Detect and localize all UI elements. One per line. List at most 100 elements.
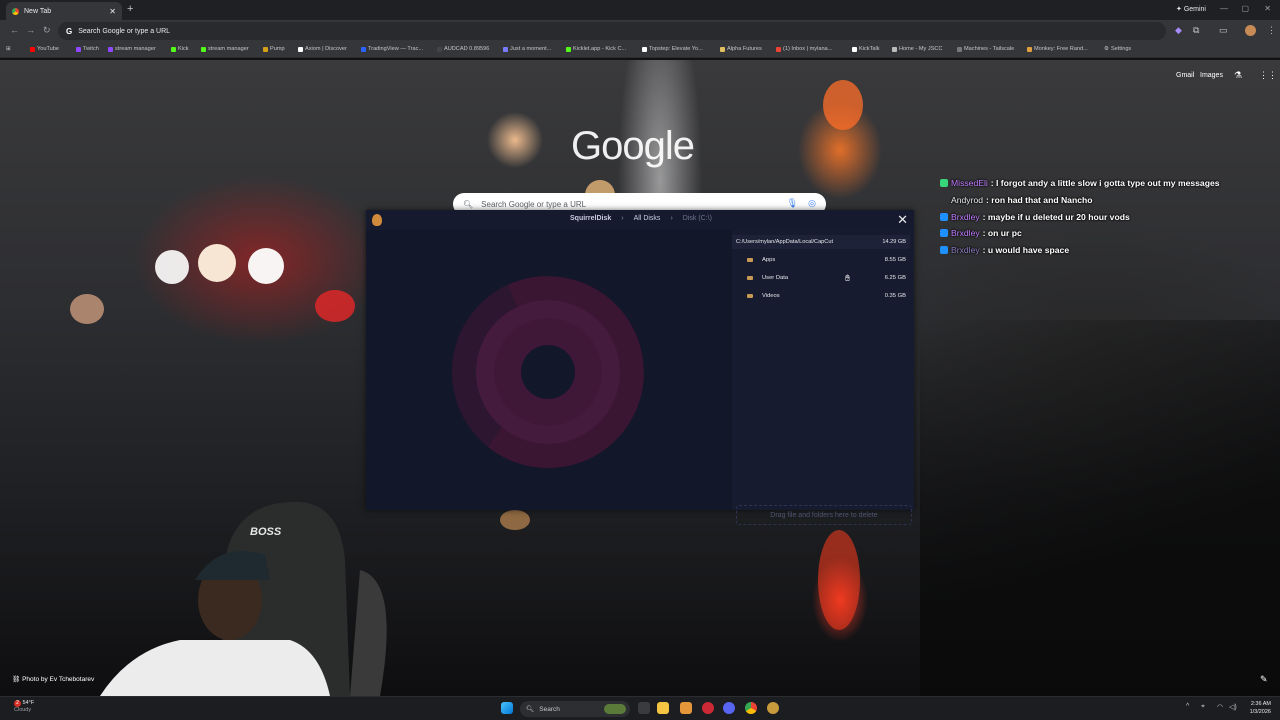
back-icon[interactable]: ← [10, 25, 19, 35]
google-lens-icon[interactable]: ◎ [808, 198, 816, 209]
discord-icon[interactable] [723, 702, 735, 714]
light-bokeh [818, 530, 860, 630]
squirreldisk-taskbar-icon[interactable] [767, 702, 779, 714]
chat-text: : on ur pc [982, 228, 1022, 239]
gmail-link[interactable]: Gmail [1176, 72, 1194, 79]
wifi-icon[interactable]: ◠ [1217, 703, 1223, 711]
gemini-button[interactable]: ✦ Gemini [1176, 5, 1206, 13]
location-icon[interactable]: ⌖ [1201, 703, 1205, 711]
chevron-up-icon[interactable]: ^ [1186, 703, 1189, 710]
breadcrumb-app[interactable]: SquirrelDisk [570, 215, 611, 222]
more-menu-icon[interactable]: ⋮ [1267, 25, 1276, 36]
app-icon[interactable] [702, 702, 714, 714]
new-tab-button[interactable]: + [127, 3, 133, 15]
bookmark-item[interactable]: Kick [171, 46, 189, 52]
google-apps-icon[interactable]: ⋮⋮ [1259, 70, 1277, 81]
apps-grid-icon[interactable]: ⊞ [6, 46, 11, 52]
delete-dropzone[interactable]: Drag file and folders here to delete [736, 505, 912, 525]
chrome-icon[interactable] [745, 702, 757, 714]
google-logo: Google [571, 124, 695, 168]
google-g-icon: G [66, 26, 73, 36]
bookmark-item[interactable]: Just a moment... [503, 46, 551, 52]
minimize-icon[interactable]: — [1220, 4, 1228, 13]
bookmark-item[interactable]: Pump [263, 46, 285, 52]
extensions-puzzle-icon[interactable]: ⧉ [1193, 25, 1199, 36]
maximize-icon[interactable]: ▢ [1241, 4, 1249, 13]
microphone-icon[interactable]: 🎙︎ [787, 198, 798, 209]
address-bar[interactable]: G Search Google or type a URL [58, 22, 1166, 40]
bookmark-item[interactable]: Kicklet.app - Kick C... [566, 46, 626, 52]
chat-username: Brxdley [951, 228, 980, 239]
folder-row[interactable]: User Data 6.25 GB [732, 271, 910, 285]
chat-message: Brxdley : maybe if u deleted ur 20 hour … [940, 208, 1270, 225]
forward-icon[interactable]: → [26, 25, 35, 35]
photo-credit[interactable]: ⛓ Photo by Ev Tchebotarev [12, 675, 94, 683]
bookmark-item[interactable]: TradingView — Trac... [361, 46, 423, 52]
system-clock[interactable]: 2:36 AM 1/3/2026 [1250, 700, 1271, 716]
bookmark-item[interactable]: KickTalk [852, 46, 880, 52]
close-window-icon[interactable]: ✕ [1264, 4, 1271, 13]
bookmark-item[interactable]: stream manager [201, 46, 249, 52]
hand-cursor-icon: ✋︎ [845, 273, 851, 283]
bookmark-item[interactable]: ⚙ Settings [1104, 46, 1131, 52]
extension-icon[interactable]: ◆ [1175, 25, 1182, 36]
light-bokeh [155, 250, 189, 284]
current-path: C:/Users/mylan/AppData/Local/CapCut [736, 239, 834, 245]
bookmarks-bar: ⊞ YouTube Twitch stream manager Kick str… [0, 42, 1280, 58]
close-tab-icon[interactable]: ✕ [109, 7, 116, 16]
clock-time: 2:36 AM [1250, 701, 1271, 707]
bookmark-item[interactable]: stream manager [108, 46, 156, 52]
bookmark-item[interactable]: Axiom | Discover [298, 46, 347, 52]
folder-icon [747, 258, 753, 262]
taskbar-search[interactable]: 🔍︎ Search [520, 701, 630, 717]
bookmark-item[interactable]: Machines - Tailscale [957, 46, 1014, 52]
chat-username: Brxdley [951, 245, 980, 256]
customize-pencil-icon[interactable]: ✎ [1260, 674, 1268, 685]
weather-widget[interactable]: 2 54°F Cloudy [14, 700, 34, 714]
folder-row[interactable]: Videos 0.35 GB [732, 289, 910, 303]
close-icon[interactable]: ✕ [897, 212, 908, 228]
file-explorer-icon[interactable] [657, 702, 669, 714]
folder-name: Apps [762, 257, 776, 263]
breadcrumb-all-disks[interactable]: All Disks [634, 215, 661, 222]
link-icon: ⛓ [12, 676, 21, 683]
images-link[interactable]: Images [1200, 72, 1223, 79]
folder-row[interactable]: Apps 8.55 GB [732, 253, 910, 267]
sunburst-chart [366, 230, 732, 510]
browser-toolbar: ← → ↻ G Search Google or type a URL ◆ ⧉ … [0, 20, 1280, 42]
task-view-icon[interactable] [638, 702, 650, 714]
volume-icon[interactable]: ◁) [1229, 703, 1237, 711]
breadcrumb: SquirrelDisk › All Disks › Disk (C:\) [570, 215, 712, 222]
side-panel-icon[interactable]: ▭ [1219, 25, 1228, 36]
sunburst-center[interactable] [521, 345, 575, 399]
profile-avatar[interactable] [1245, 25, 1256, 36]
bookmark-item[interactable]: YouTube [30, 46, 59, 52]
bookmark-item[interactable]: (1) Inbox | mylana... [776, 46, 832, 52]
light-bokeh [70, 294, 104, 324]
light-bokeh [315, 290, 355, 322]
current-path-size: 14.29 GB [882, 239, 906, 245]
breadcrumb-disk[interactable]: Disk (C:\) [683, 215, 712, 222]
chevron-right-icon: › [670, 215, 673, 222]
light-bokeh [198, 244, 236, 282]
bookmark-item[interactable]: AUDCAD 0.89596 [437, 46, 489, 52]
tab-title: New Tab [24, 7, 52, 15]
chat-badge-icon [940, 179, 948, 188]
light-bokeh [920, 320, 1280, 696]
address-bar-text: Search Google or type a URL [78, 27, 171, 35]
bookmark-item[interactable]: Monkey: Free Rand... [1027, 46, 1088, 52]
current-path-row[interactable]: C:/Users/mylan/AppData/Local/CapCut 14.2… [732, 235, 910, 249]
folder-size: 8.55 GB [884, 257, 906, 263]
windows-start-icon[interactable] [501, 702, 513, 714]
app-icon[interactable] [680, 702, 692, 714]
reload-icon[interactable]: ↻ [43, 25, 51, 36]
labs-flask-icon[interactable]: ⚗ [1234, 70, 1242, 81]
tab-bar: New Tab ✕ + ✦ Gemini — ▢ ✕ [0, 0, 1280, 20]
bookmark-item[interactable]: Home - My JSCC [892, 46, 943, 52]
tab-new-tab[interactable]: New Tab ✕ [6, 2, 122, 20]
bookmark-item[interactable]: Twitch [76, 46, 99, 52]
bookmark-item[interactable]: Topstep: Elevate Yo... [642, 46, 703, 52]
sunburst-svg [452, 275, 645, 468]
clock-date: 1/3/2026 [1249, 709, 1271, 715]
bookmark-item[interactable]: Alpha Futures [720, 46, 762, 52]
